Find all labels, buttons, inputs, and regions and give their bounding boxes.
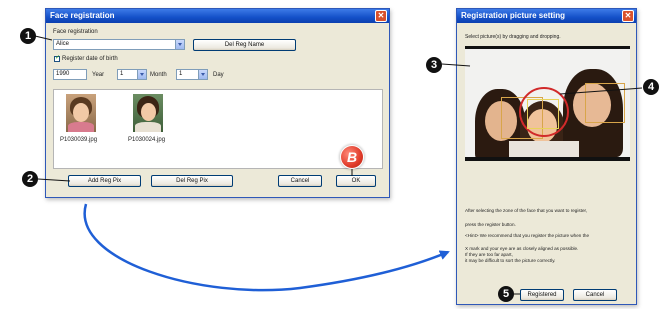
month-value: 1 xyxy=(120,71,124,77)
close-icon[interactable]: ✕ xyxy=(622,10,634,22)
callout-2: 2 xyxy=(22,171,38,187)
birth-checkbox[interactable] xyxy=(54,54,60,62)
ok-button[interactable]: OK xyxy=(336,175,376,187)
help-text: press the register button. xyxy=(465,222,516,227)
dialog-titlebar: Face registration ✕ xyxy=(46,9,389,23)
group-label: Face registration xyxy=(53,29,98,35)
day-value: 1 xyxy=(179,71,183,77)
birth-checkbox-label: Register date of birth xyxy=(62,56,118,62)
day-label: Day xyxy=(213,72,224,78)
group-photo[interactable] xyxy=(465,49,630,157)
flow-arrow xyxy=(83,203,450,292)
callout-5: 5 xyxy=(498,286,514,302)
picture-thumbnail[interactable] xyxy=(133,94,163,132)
chevron-down-icon[interactable] xyxy=(198,70,207,79)
callout-3: 3 xyxy=(426,57,442,73)
callout-b: B xyxy=(341,146,363,168)
picture-frame-bottom xyxy=(465,157,630,161)
day-dropdown[interactable]: 1 xyxy=(176,69,208,80)
cancel-button[interactable]: Cancel xyxy=(573,289,617,301)
del-reg-name-button[interactable]: Del Reg Name xyxy=(193,39,296,51)
registered-button[interactable]: Registered xyxy=(520,289,564,301)
registered-pictures-panel: P1030039.jpg P1030024.jpg xyxy=(53,89,383,169)
del-reg-pix-button[interactable]: Del Reg Pix xyxy=(151,175,233,187)
dialog-titlebar: Registration picture setting ✕ xyxy=(457,9,636,23)
hint-text: <Hint> We recommend that you register th… xyxy=(465,233,590,238)
year-label: Year xyxy=(92,72,105,78)
name-value: Alice xyxy=(56,41,70,47)
chevron-down-icon[interactable] xyxy=(137,70,146,79)
picture-thumbnail[interactable] xyxy=(66,94,96,132)
picture-caption: P1030039.jpg xyxy=(60,137,98,143)
month-dropdown[interactable]: 1 xyxy=(117,69,147,80)
year-field[interactable]: 1990 xyxy=(53,69,87,80)
instruction-text: Select picture(s) by dragging and droppi… xyxy=(465,34,561,40)
month-label: Month xyxy=(150,72,167,78)
help-text: After selecting the zone of the face tha… xyxy=(465,208,588,213)
close-icon[interactable]: ✕ xyxy=(375,10,387,22)
chevron-down-icon[interactable] xyxy=(175,40,184,49)
callout-4: 4 xyxy=(643,79,659,95)
dialog-title: Registration picture setting xyxy=(461,11,566,20)
add-reg-pix-button[interactable]: Add Reg Pix xyxy=(68,175,141,187)
hint-text: it may be difficult to sort the picture … xyxy=(465,258,556,263)
face-registration-dialog: Face registration ✕ Face registration Al… xyxy=(45,8,390,198)
name-dropdown[interactable]: Alice xyxy=(53,39,185,50)
callout-1: 1 xyxy=(20,28,36,44)
dialog-title: Face registration xyxy=(50,11,115,20)
picture-setting-dialog: Registration picture setting ✕ Select pi… xyxy=(456,8,637,305)
cancel-button[interactable]: Cancel xyxy=(278,175,322,187)
picture-caption: P1030024.jpg xyxy=(128,137,166,143)
